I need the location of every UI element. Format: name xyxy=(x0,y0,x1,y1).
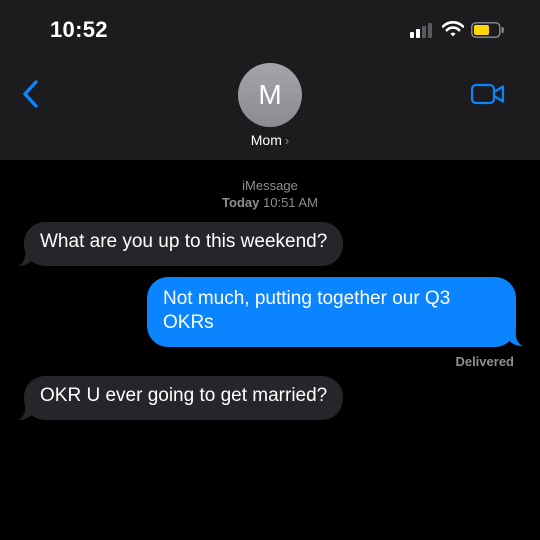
contact-name: Mom xyxy=(250,132,282,148)
incoming-message[interactable]: What are you up to this weekend? xyxy=(24,222,344,266)
thread-timestamp: Today 10:51 AM xyxy=(0,195,540,210)
outgoing-message[interactable]: Not much, putting together our Q3 OKRs xyxy=(147,277,516,347)
service-label: iMessage xyxy=(242,178,298,193)
contact-name-button[interactable]: Mom › xyxy=(0,132,540,148)
avatar-initial: M xyxy=(258,79,282,110)
conversation-header: 10:52 M Mom › xyxy=(0,0,540,160)
timestamp-time: 10:51 AM xyxy=(263,195,318,210)
battery-icon xyxy=(471,22,505,38)
incoming-message[interactable]: OKR U ever going to get married? xyxy=(24,376,344,420)
chevron-right-icon: › xyxy=(284,133,290,148)
status-bar-time: 10:52 xyxy=(50,17,108,42)
chevron-left-icon xyxy=(23,80,38,108)
cellular-signal-icon xyxy=(410,22,434,38)
wifi-icon xyxy=(441,20,465,38)
delivery-status: Delivered xyxy=(455,354,514,369)
contact-avatar[interactable]: M xyxy=(238,63,302,127)
facetime-video-button[interactable] xyxy=(468,80,508,108)
timestamp-day: Today xyxy=(222,195,260,210)
video-camera-icon xyxy=(470,83,505,105)
back-button[interactable] xyxy=(14,76,46,112)
messages-screen: 10:52 M Mom › iMessage Today 10:51 AM Wh… xyxy=(0,0,540,540)
